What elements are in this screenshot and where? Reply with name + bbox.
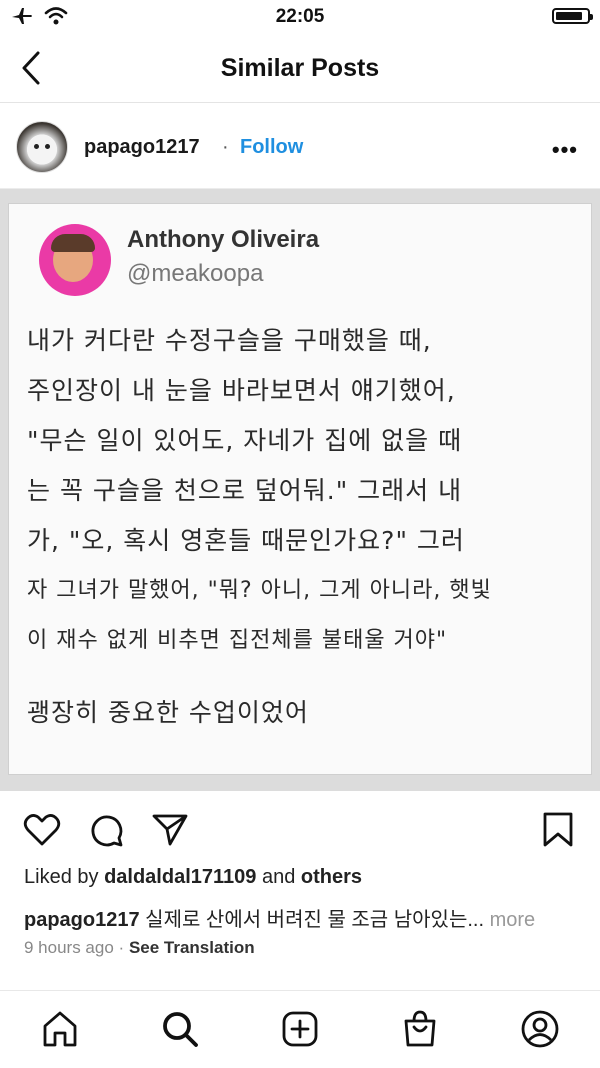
caption: papago1217 실제로 산에서 버려진 물 조금 남아있는... more (24, 903, 584, 932)
tweet-author-name: Anthony Oliveira (127, 226, 320, 253)
caption-more-link[interactable]: more (490, 909, 536, 931)
see-translation-link[interactable]: See Translation (129, 938, 255, 957)
share-button[interactable] (150, 810, 190, 850)
tab-shop[interactable] (400, 1009, 440, 1049)
tweet-line: 주인장이 내 눈을 바라보면서 얘기했어, (27, 376, 456, 405)
more-options-button[interactable]: ••• (552, 137, 578, 163)
shopping-bag-icon (404, 1010, 436, 1047)
search-icon (163, 1012, 198, 1047)
liked-by-others[interactable]: others (301, 866, 362, 888)
tab-create[interactable] (280, 1009, 320, 1049)
tweet-author-handle: @meakoopa (127, 260, 264, 287)
nav-bar: Similar Posts (0, 34, 600, 103)
status-bar: 22:05 (0, 0, 600, 34)
caption-username[interactable]: papago1217 (24, 909, 140, 931)
meta-dot: · (118, 938, 125, 957)
like-button[interactable] (22, 810, 62, 850)
liked-by-user[interactable]: daldaldal171109 (104, 866, 256, 888)
tweet-line: 이 재수 없게 비추면 집전체를 불태울 거야" (27, 628, 448, 653)
profile-icon (521, 1010, 559, 1048)
page-title: Similar Posts (220, 54, 380, 82)
battery-level (556, 12, 582, 20)
tweet-line: 는 꼭 구슬을 천으로 덮어둬." 그래서 내 (27, 476, 463, 505)
tweet-card: Anthony Oliveira @meakoopa 내가 커다란 수정구슬을 … (8, 203, 592, 775)
tweet-avatar (39, 224, 111, 296)
tweet-line: 내가 커다란 수정구슬을 구매했을 때, (27, 326, 432, 355)
post-actions (0, 804, 600, 852)
tweet-body: 내가 커다란 수정구슬을 구매했을 때, 주인장이 내 눈을 바라보면서 얘기했… (27, 316, 587, 738)
tab-home[interactable] (40, 1009, 80, 1049)
post-header: papago1217 · Follow ••• (0, 103, 600, 189)
follow-button[interactable]: Follow (240, 136, 303, 159)
comment-icon (91, 815, 123, 847)
tab-search[interactable] (160, 1009, 200, 1049)
battery-icon (552, 8, 593, 24)
tweet-line: "무슨 일이 있어도, 자네가 집에 없을 때 (27, 426, 463, 455)
home-icon (43, 1011, 77, 1047)
send-icon (152, 814, 188, 846)
tweet-line: 괭장히 중요한 수업이었어 (27, 698, 309, 727)
caption-text: 실제로 산에서 버려진 물 조금 남아있는... (145, 909, 485, 931)
bottom-tab-bar (0, 990, 600, 1068)
tab-profile[interactable] (520, 1009, 560, 1049)
post-username[interactable]: papago1217 (84, 136, 200, 159)
tweet-line: 자 그녀가 말했어, "뭐? 아니, 그게 아니라, 햇빛 (27, 578, 492, 603)
save-button[interactable] (538, 810, 578, 850)
status-time: 22:05 (275, 6, 325, 27)
tweet-line: 가, "오, 혹시 영혼들 때문인가요?" 그러 (27, 526, 465, 555)
time-ago: 9 hours ago (24, 938, 114, 957)
add-post-icon (282, 1011, 318, 1047)
liked-by: Liked by daldaldal171109 and others (24, 866, 362, 889)
comment-button[interactable] (86, 810, 126, 850)
liked-by-prefix: Liked by (24, 866, 99, 888)
avatar[interactable] (16, 121, 68, 173)
bookmark-icon (543, 812, 573, 847)
post-meta: 9 hours ago · See Translation (24, 938, 255, 958)
separator-dot: · (222, 136, 229, 158)
post-image[interactable]: Anthony Oliveira @meakoopa 내가 커다란 수정구슬을 … (0, 189, 600, 791)
liked-by-and: and (261, 866, 296, 888)
heart-icon (23, 814, 61, 846)
